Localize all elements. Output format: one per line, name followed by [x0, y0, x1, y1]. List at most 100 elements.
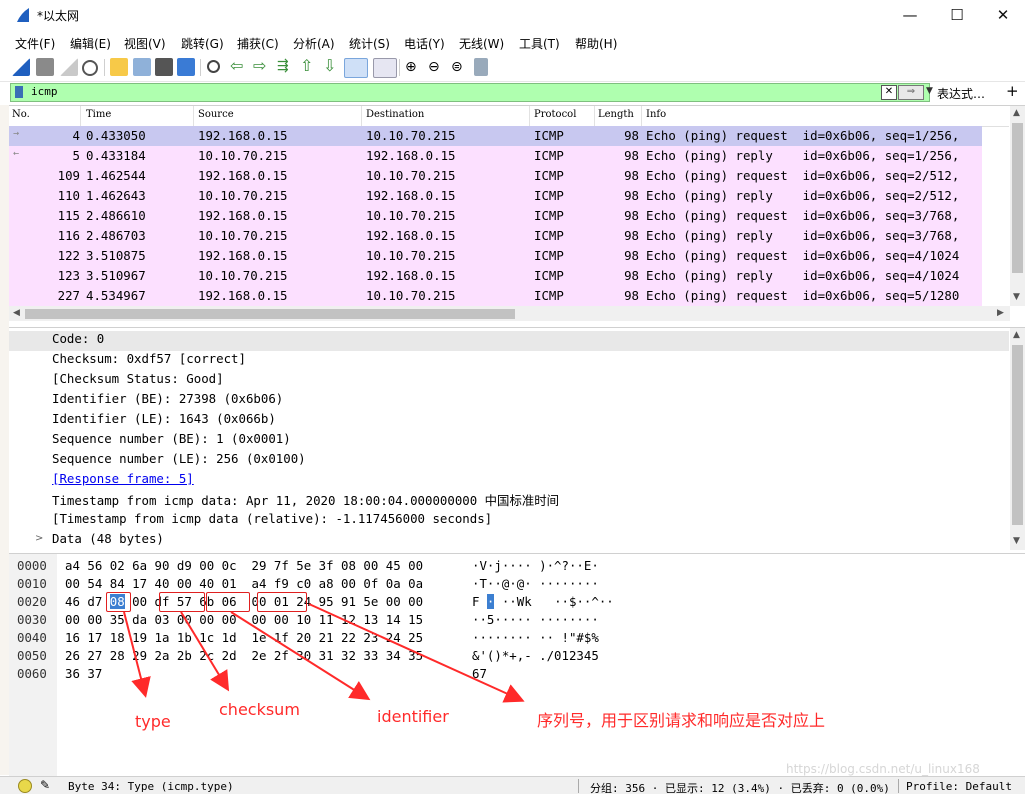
column-destination[interactable]: Destination [366, 109, 424, 120]
arrow-sequence [308, 603, 525, 703]
detail-line-identifier-le[interactable]: Identifier (LE): 1643 (0x066b) [52, 411, 276, 431]
cell-no: 116 [57, 228, 80, 243]
packet-row[interactable]: → 4 0.433050 192.168.0.15 10.10.70.215 ICMP 98… [9, 126, 982, 146]
cell-src: 192.168.0.15 [198, 168, 288, 183]
expert-info-icon[interactable] [18, 779, 32, 793]
packet-row[interactable]: 122 3.510875 192.168.0.15 10.10.70.215 ICMP 9… [9, 246, 982, 266]
detail-line-data[interactable]: Data (48 bytes) [52, 531, 164, 551]
detail-line-timestamp-relative[interactable]: [Timestamp from icmp data (relative): -1… [52, 511, 492, 531]
detail-line-checksum[interactable]: Checksum: 0xdf57 [correct] [52, 351, 246, 371]
scroll-right-icon[interactable]: ▶ [997, 308, 1004, 318]
close-button[interactable]: ✕ [980, 0, 1025, 30]
resize-columns-icon[interactable] [474, 58, 488, 76]
cell-proto: ICMP [534, 228, 564, 243]
go-back-icon[interactable]: ⇦ [230, 58, 248, 76]
expression-button[interactable]: 表达式… [937, 85, 985, 102]
save-file-icon[interactable] [133, 58, 151, 76]
detail-line-timestamp[interactable]: Timestamp from icmp data: Apr 11, 2020 1… [52, 491, 559, 511]
packet-row[interactable]: 110 1.462643 10.10.70.215 192.168.0.15 ICMP 9… [9, 186, 982, 206]
packet-row[interactable]: 227 4.534967 192.168.0.15 10.10.70.215 ICMP 9… [9, 286, 982, 306]
menu-capture[interactable]: 捕获(C) [237, 35, 279, 52]
menu-view[interactable]: 视图(V) [124, 35, 166, 52]
scroll-up-icon[interactable]: ▲ [1013, 330, 1020, 340]
clear-filter-icon[interactable]: ✕ [881, 85, 897, 100]
cell-src: 10.10.70.215 [198, 188, 288, 203]
cell-no: 5 [72, 148, 80, 163]
zoom-out-icon[interactable]: ⊖ [428, 58, 446, 76]
maximize-button[interactable]: ☐ [934, 0, 980, 30]
cell-time: 0.433050 [86, 128, 146, 143]
restart-capture-icon[interactable] [60, 58, 78, 76]
packet-details: Code: 0 Checksum: 0xdf57 [correct] [Chec… [9, 327, 1025, 550]
colorize-icon[interactable] [373, 58, 397, 78]
response-frame-link[interactable]: [Response frame: 5] [52, 471, 194, 491]
menu-edit[interactable]: 编辑(E) [70, 35, 111, 52]
apply-filter-icon[interactable]: ⇒ [898, 85, 924, 100]
details-vertical-scrollbar[interactable]: ▲ ▼ [1010, 328, 1025, 550]
detail-line-checksum-status[interactable]: [Checksum Status: Good] [52, 371, 224, 391]
column-source[interactable]: Source [198, 109, 234, 120]
scroll-down-icon[interactable]: ▼ [1013, 292, 1020, 302]
go-forward-icon[interactable]: ⇨ [253, 58, 271, 76]
menu-telephony[interactable]: 电话(Y) [404, 35, 445, 52]
first-packet-icon[interactable]: ⇧ [300, 58, 318, 76]
scroll-thumb[interactable] [25, 309, 515, 319]
reload-file-icon[interactable] [177, 58, 195, 76]
go-to-packet-icon[interactable]: ⇶ [277, 58, 295, 76]
menu-tools[interactable]: 工具(T) [519, 35, 560, 52]
detail-line-seq-be[interactable]: Sequence number (BE): 1 (0x0001) [52, 431, 291, 451]
packet-row[interactable]: 116 2.486703 10.10.70.215 192.168.0.15 ICMP 9… [9, 226, 982, 246]
packet-row[interactable]: 123 3.510967 10.10.70.215 192.168.0.15 ICMP 9… [9, 266, 982, 286]
column-time[interactable]: Time [86, 109, 111, 120]
normal-size-icon[interactable]: ⊜ [451, 58, 469, 76]
column-length[interactable]: Length [598, 109, 634, 120]
menu-help[interactable]: 帮助(H) [575, 35, 617, 52]
scroll-up-icon[interactable]: ▲ [1013, 108, 1020, 118]
chevron-down-icon[interactable]: ▼ [926, 86, 933, 96]
scroll-thumb[interactable] [1012, 123, 1023, 273]
menu-statistics[interactable]: 统计(S) [349, 35, 390, 52]
packet-row[interactable]: 115 2.486610 192.168.0.15 10.10.70.215 ICMP 9… [9, 206, 982, 226]
profile-label[interactable]: Profile: Default [906, 780, 1012, 793]
column-separator [80, 106, 81, 126]
scroll-thumb[interactable] [1012, 345, 1023, 525]
detail-line-identifier-be[interactable]: Identifier (BE): 27398 (0x6b06) [52, 391, 283, 411]
open-file-icon[interactable] [110, 58, 128, 76]
filter-text[interactable]: icmp [31, 85, 58, 98]
column-no[interactable]: No. [12, 109, 30, 120]
column-info[interactable]: Info [646, 109, 666, 120]
start-capture-icon[interactable] [12, 58, 30, 76]
display-filter-bar: icmp ✕ ⇒ ▼ 表达式… + [0, 82, 1025, 104]
display-filter-input[interactable]: icmp ✕ ⇒ ▼ [10, 83, 933, 102]
last-packet-icon[interactable]: ⇩ [323, 58, 341, 76]
packet-list-vertical-scrollbar[interactable]: ▲ ▼ [1010, 106, 1025, 306]
bookmark-icon[interactable] [15, 86, 23, 98]
find-packet-icon[interactable] [207, 60, 220, 73]
packet-row[interactable]: 109 1.462544 192.168.0.15 10.10.70.215 ICMP 9… [9, 166, 982, 186]
stop-capture-icon[interactable] [36, 58, 54, 76]
capture-options-icon[interactable] [82, 60, 98, 76]
packet-list: No. Time Source Destination Protocol Len… [9, 105, 1025, 324]
packet-list-horizontal-scrollbar[interactable]: ◀ ▶ [9, 306, 1010, 321]
menu-file[interactable]: 文件(F) [15, 35, 55, 52]
close-file-icon[interactable] [155, 58, 173, 76]
auto-scroll-icon[interactable] [344, 58, 368, 78]
menu-go[interactable]: 跳转(G) [181, 35, 224, 52]
edit-comment-icon[interactable]: ✎ [40, 778, 50, 792]
zoom-in-icon[interactable]: ⊕ [405, 58, 423, 76]
arrow-identifier [230, 611, 371, 701]
menu-analyze[interactable]: 分析(A) [293, 35, 335, 52]
detail-line-seq-le[interactable]: Sequence number (LE): 256 (0x0100) [52, 451, 306, 471]
menu-wireless[interactable]: 无线(W) [459, 35, 504, 52]
cell-no: 122 [57, 248, 80, 263]
detail-line-code[interactable]: Code: 0 [9, 331, 1009, 351]
add-filter-button[interactable]: + [1006, 82, 1019, 100]
column-protocol[interactable]: Protocol [534, 109, 576, 120]
cell-dst: 10.10.70.215 [366, 168, 456, 183]
packet-row[interactable]: ← 5 0.433184 10.10.70.215 192.168.0.15 ICMP 98… [9, 146, 982, 166]
scroll-left-icon[interactable]: ◀ [13, 308, 20, 318]
packet-counts: 分组: 356 · 已显示: 12 (3.4%) · 已丢弃: 0 (0.0%) [590, 782, 890, 795]
scroll-down-icon[interactable]: ▼ [1013, 536, 1020, 546]
chevron-right-icon[interactable]: > [35, 533, 43, 544]
minimize-button[interactable]: — [887, 0, 933, 30]
